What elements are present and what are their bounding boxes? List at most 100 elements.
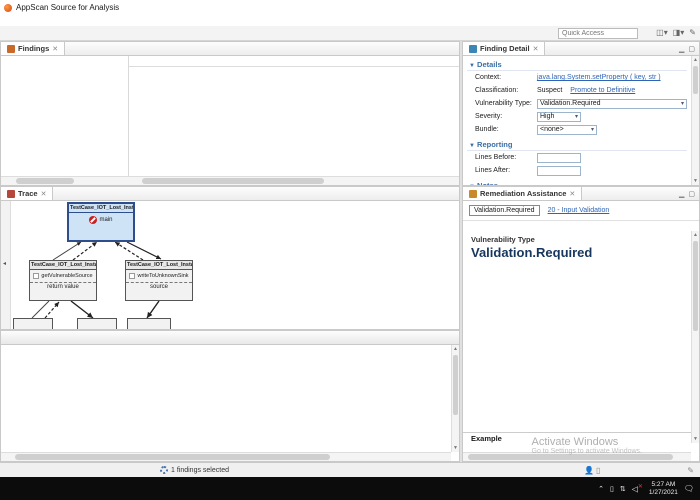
trace-node-partial[interactable] (77, 318, 117, 329)
remediation-vscrollbar[interactable]: ▲▼ (691, 231, 699, 443)
lines-before-input[interactable] (537, 153, 581, 163)
window-title: AppScan Source for Analysis (16, 3, 119, 12)
clock-date: 1/27/2021 (649, 489, 678, 497)
context-link[interactable]: java.lang.System.setProperty ( key, str … (537, 74, 661, 81)
tab-trace[interactable]: Trace ✕ (1, 187, 53, 200)
tree-hscrollbar[interactable] (1, 176, 129, 185)
trace-node-title: TestCase_IOT_Lost_Instance (30, 261, 96, 270)
no-entry-icon (89, 216, 97, 224)
example-heading: Example (463, 432, 691, 443)
findings-view-toolbar (455, 42, 459, 55)
lines-after-label: Lines After: (475, 167, 537, 174)
action-center-icon[interactable]: 🗨 (684, 484, 694, 493)
trace-node-member: getVulnerableSource (41, 273, 92, 279)
trace-node-title: TestCase_IOT_Lost_Instance (69, 204, 133, 213)
finding-detail-view: Finding Detail ✕ ▁ ▢ ▼ Details Context: j… (462, 41, 700, 186)
user-icon: 👤 (584, 466, 594, 475)
finding-detail-tab-label: Finding Detail (480, 44, 530, 53)
notes-section-header[interactable]: ▼ Notes (467, 179, 687, 185)
remediation-header-row: Validation.Required 20 - Input Validatio… (463, 201, 699, 221)
bundle-label: Bundle: (475, 126, 537, 133)
status-text: 1 findings selected (171, 467, 229, 474)
tray-expand-icon[interactable]: ⌃ (598, 485, 604, 493)
editor-hscrollbar[interactable] (1, 452, 451, 461)
trace-node-partial[interactable] (13, 318, 53, 329)
trace-node-source[interactable]: TestCase_IOT_Lost_Instance getVulnerable… (29, 260, 97, 301)
findings-tree (1, 56, 129, 176)
remediation-content[interactable]: Vulnerability Type Validation.Required (463, 231, 691, 443)
trace-node-port: source (126, 282, 192, 291)
quick-access-input[interactable] (558, 28, 638, 39)
lines-after-input[interactable] (537, 166, 581, 176)
trace-node-member: writeToUnknownSink (137, 273, 188, 279)
trace-node-port: return value (30, 282, 96, 291)
finding-detail-tab-icon (469, 45, 477, 53)
network-icon[interactable]: ⇅ (620, 485, 626, 493)
table-hscrollbar[interactable] (129, 176, 459, 185)
details-section-header[interactable]: ▼ Details (467, 58, 687, 71)
close-icon[interactable]: ✕ (41, 190, 47, 198)
classification-label: Classification: (475, 87, 537, 94)
findings-tabrow: Findings ✕ (1, 42, 459, 56)
remediation-hscrollbar[interactable] (463, 452, 691, 461)
close-icon[interactable]: ✕ (533, 45, 539, 53)
trace-tab-icon (7, 190, 15, 198)
vulnerability-type-kicker: Vulnerability Type (471, 235, 683, 244)
status-tray-icon: ✎ (687, 466, 694, 475)
maximize-icon[interactable]: ▢ (688, 190, 695, 198)
severity-label: Severity: (475, 113, 537, 120)
vuln-type-chip[interactable]: Validation.Required (469, 205, 540, 216)
detail-vscrollbar[interactable]: ▲▼ (691, 56, 699, 185)
promote-link[interactable]: Promote to Definitive (570, 87, 635, 94)
code-editor[interactable] (1, 345, 451, 452)
trace-diagram[interactable]: ◂ TestCase_IOT_Lost_Instance main TestCa (1, 201, 459, 329)
maximize-icon[interactable]: ▢ (688, 45, 695, 53)
editor-view: ▲▼ (0, 330, 460, 462)
vuln-type-select[interactable]: Validation.Required▾ (537, 99, 687, 109)
findings-view: Findings ✕ (0, 41, 460, 186)
perspective-switcher: ◫▾ ◨▾ ✎ (656, 28, 696, 37)
severity-select[interactable]: High▾ (537, 112, 581, 122)
status-gear-icon (160, 466, 168, 474)
menubar (0, 15, 700, 26)
minimize-icon[interactable]: ▁ (679, 45, 684, 53)
open-perspective-icon[interactable]: ◫▾ (656, 28, 668, 37)
context-label: Context: (475, 74, 537, 81)
lines-before-label: Lines Before: (475, 154, 537, 161)
severity-row: Severity: High▾ (467, 110, 687, 123)
taskbar: ⌃ ▯ ⇅ ◁✕ 5:27 AM 1/27/2021 🗨 (0, 477, 700, 500)
bundle-select[interactable]: <none>▾ (537, 125, 597, 135)
close-icon[interactable]: ✕ (52, 45, 58, 53)
trace-node-sink[interactable]: TestCase_IOT_Lost_Instance writeToUnknow… (125, 260, 193, 301)
trace-tab-label: Trace (18, 189, 38, 198)
volume-muted-icon[interactable]: ◁✕ (632, 483, 643, 494)
input-validation-link[interactable]: 20 - Input Validation (548, 207, 610, 214)
editor-area-icon[interactable]: ✎ (689, 28, 696, 37)
tab-remediation[interactable]: Remediation Assistance ✕ (463, 187, 582, 200)
vertical-splitter[interactable] (460, 41, 462, 462)
trace-node-main[interactable]: TestCase_IOT_Lost_Instance main (67, 202, 135, 242)
status-bar: 1 findings selected 👤 ▯ ✎ (0, 462, 700, 477)
editor-tabs (1, 331, 459, 345)
system-tray: ⌃ ▯ ⇅ ◁✕ 5:27 AM 1/27/2021 🗨 (598, 481, 700, 497)
battery-icon[interactable]: ▯ (610, 485, 614, 493)
editor-vscrollbar[interactable]: ▲▼ (451, 345, 459, 452)
taskbar-clock[interactable]: 5:27 AM 1/27/2021 (649, 481, 678, 497)
reporting-section-header[interactable]: ▼ Reporting (467, 138, 687, 151)
perspective-dropdown-icon[interactable]: ◨▾ (673, 28, 685, 37)
trace-node-partial[interactable] (127, 318, 171, 329)
vuln-type-label: Vulnerability Type: (475, 100, 537, 107)
device-icon: ▯ (596, 466, 600, 475)
appscan-logo-icon (4, 4, 12, 12)
classification-value: Suspect (537, 87, 562, 94)
classification-row: Classification: Suspect Promote to Defin… (467, 84, 687, 97)
close-icon[interactable]: ✕ (569, 190, 575, 198)
minimize-icon[interactable]: ▁ (679, 190, 684, 198)
tab-finding-detail[interactable]: Finding Detail ✕ (463, 42, 545, 55)
perspective-toolbar: ◫▾ ◨▾ ✎ (0, 26, 700, 41)
method-icon (129, 273, 135, 279)
tab-findings[interactable]: Findings ✕ (1, 42, 65, 55)
trace-node-member: main (99, 217, 112, 223)
findings-tab-label: Findings (18, 44, 49, 53)
remediation-view: Remediation Assistance ✕ ▁ ▢ Validation.R… (462, 186, 700, 462)
